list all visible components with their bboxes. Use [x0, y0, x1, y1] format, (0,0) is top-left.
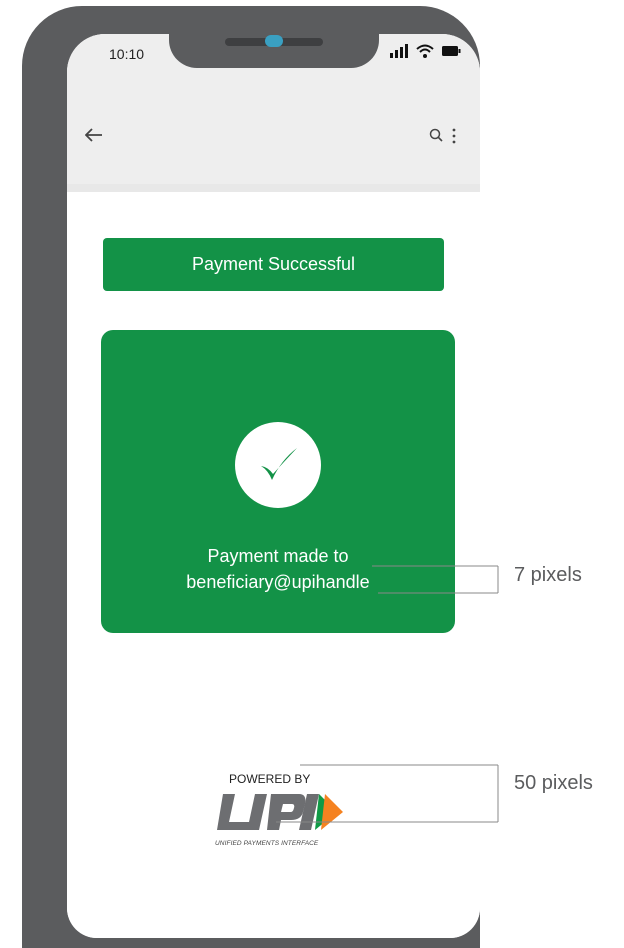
annotation-lines — [276, 565, 499, 823]
text-spacing-annotation: 7 pixels — [514, 564, 582, 586]
logo-height-annotation: 50 pixels — [514, 772, 593, 794]
